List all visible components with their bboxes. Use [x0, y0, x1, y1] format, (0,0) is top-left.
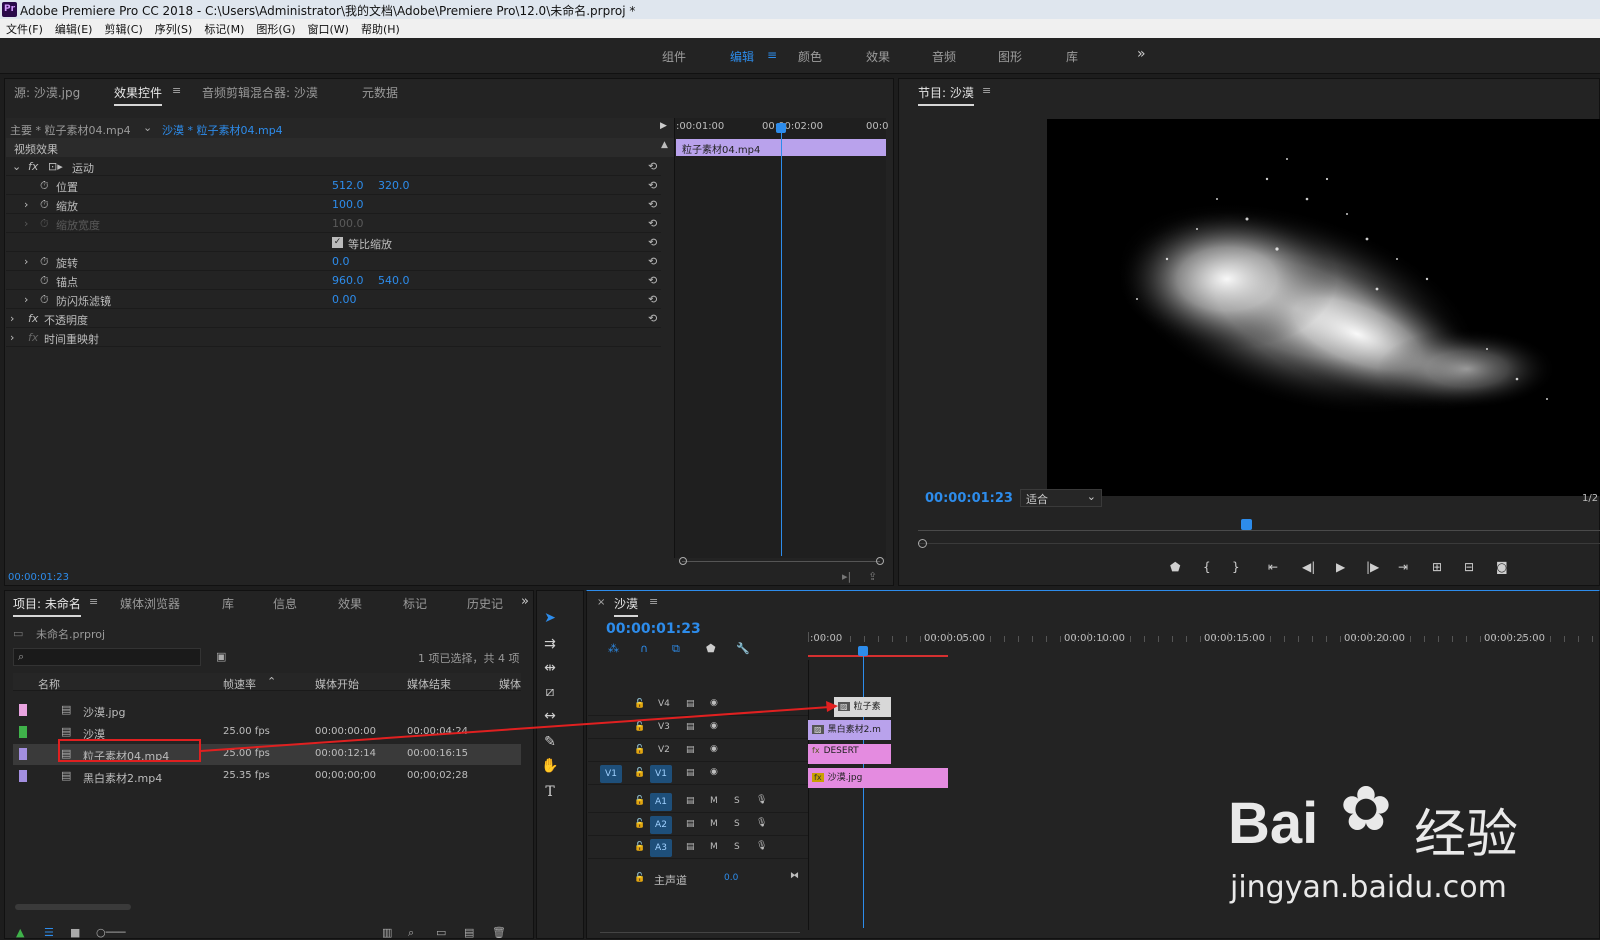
ruler-tick	[1466, 636, 1467, 642]
ruler-tick	[1116, 636, 1117, 642]
ruler-tick	[920, 636, 921, 642]
ruler-tick	[1508, 632, 1509, 642]
ruler-tick	[1130, 636, 1131, 642]
ruler-tick	[1256, 636, 1257, 642]
ruler-tick	[1522, 636, 1523, 642]
ruler-tick	[1564, 636, 1565, 642]
ruler-tick	[878, 636, 879, 642]
ruler-tick	[1200, 636, 1201, 642]
ruler-tick	[1298, 636, 1299, 642]
ruler-tick	[1452, 636, 1453, 642]
ruler-tick	[1368, 632, 1369, 642]
ruler-tick	[990, 636, 991, 642]
ruler-tick	[1032, 636, 1033, 642]
ruler-tick	[1004, 636, 1005, 642]
ruler-tick	[850, 636, 851, 642]
ruler-tick	[1480, 636, 1481, 642]
ruler-tick	[1550, 636, 1551, 642]
ruler-tick	[1172, 636, 1173, 642]
ruler-tick	[934, 636, 935, 642]
ruler-tick	[1214, 636, 1215, 642]
ruler-tick	[948, 632, 949, 642]
ruler-tick	[1312, 636, 1313, 642]
ruler-tick	[976, 636, 977, 642]
ruler-tick	[1410, 636, 1411, 642]
ruler-tick	[1536, 636, 1537, 642]
ruler-tick	[1074, 636, 1075, 642]
ruler-tick	[1326, 636, 1327, 642]
ruler-tick	[1088, 632, 1089, 642]
ruler-tick	[836, 636, 837, 642]
ruler-tick	[1242, 636, 1243, 642]
ruler-tick	[906, 636, 907, 642]
ruler-tick	[1018, 636, 1019, 642]
annotation-arrow	[200, 701, 838, 752]
ruler-tick	[1382, 636, 1383, 642]
ruler-tick	[864, 636, 865, 642]
ruler-tick	[1578, 636, 1579, 642]
ruler-tick	[1424, 636, 1425, 642]
ruler-tick	[1060, 636, 1061, 642]
ruler-tick	[892, 636, 893, 642]
ruler-tick	[1186, 636, 1187, 642]
ruler-tick	[1046, 636, 1047, 642]
ruler-tick	[1340, 636, 1341, 642]
ruler-tick	[1284, 636, 1285, 642]
ruler-tick	[1438, 636, 1439, 642]
ruler-tick	[962, 636, 963, 642]
ruler-tick	[1158, 636, 1159, 642]
ruler-tick	[822, 636, 823, 642]
ruler-tick	[1270, 636, 1271, 642]
ruler-tick	[1144, 636, 1145, 642]
ruler-tick	[1396, 636, 1397, 642]
ruler-tick	[808, 632, 809, 642]
ruler-tick	[1354, 636, 1355, 642]
ruler-tick	[1102, 636, 1103, 642]
ruler-tick	[1592, 636, 1593, 642]
ruler-tick	[1494, 636, 1495, 642]
ruler-tick	[1228, 632, 1229, 642]
